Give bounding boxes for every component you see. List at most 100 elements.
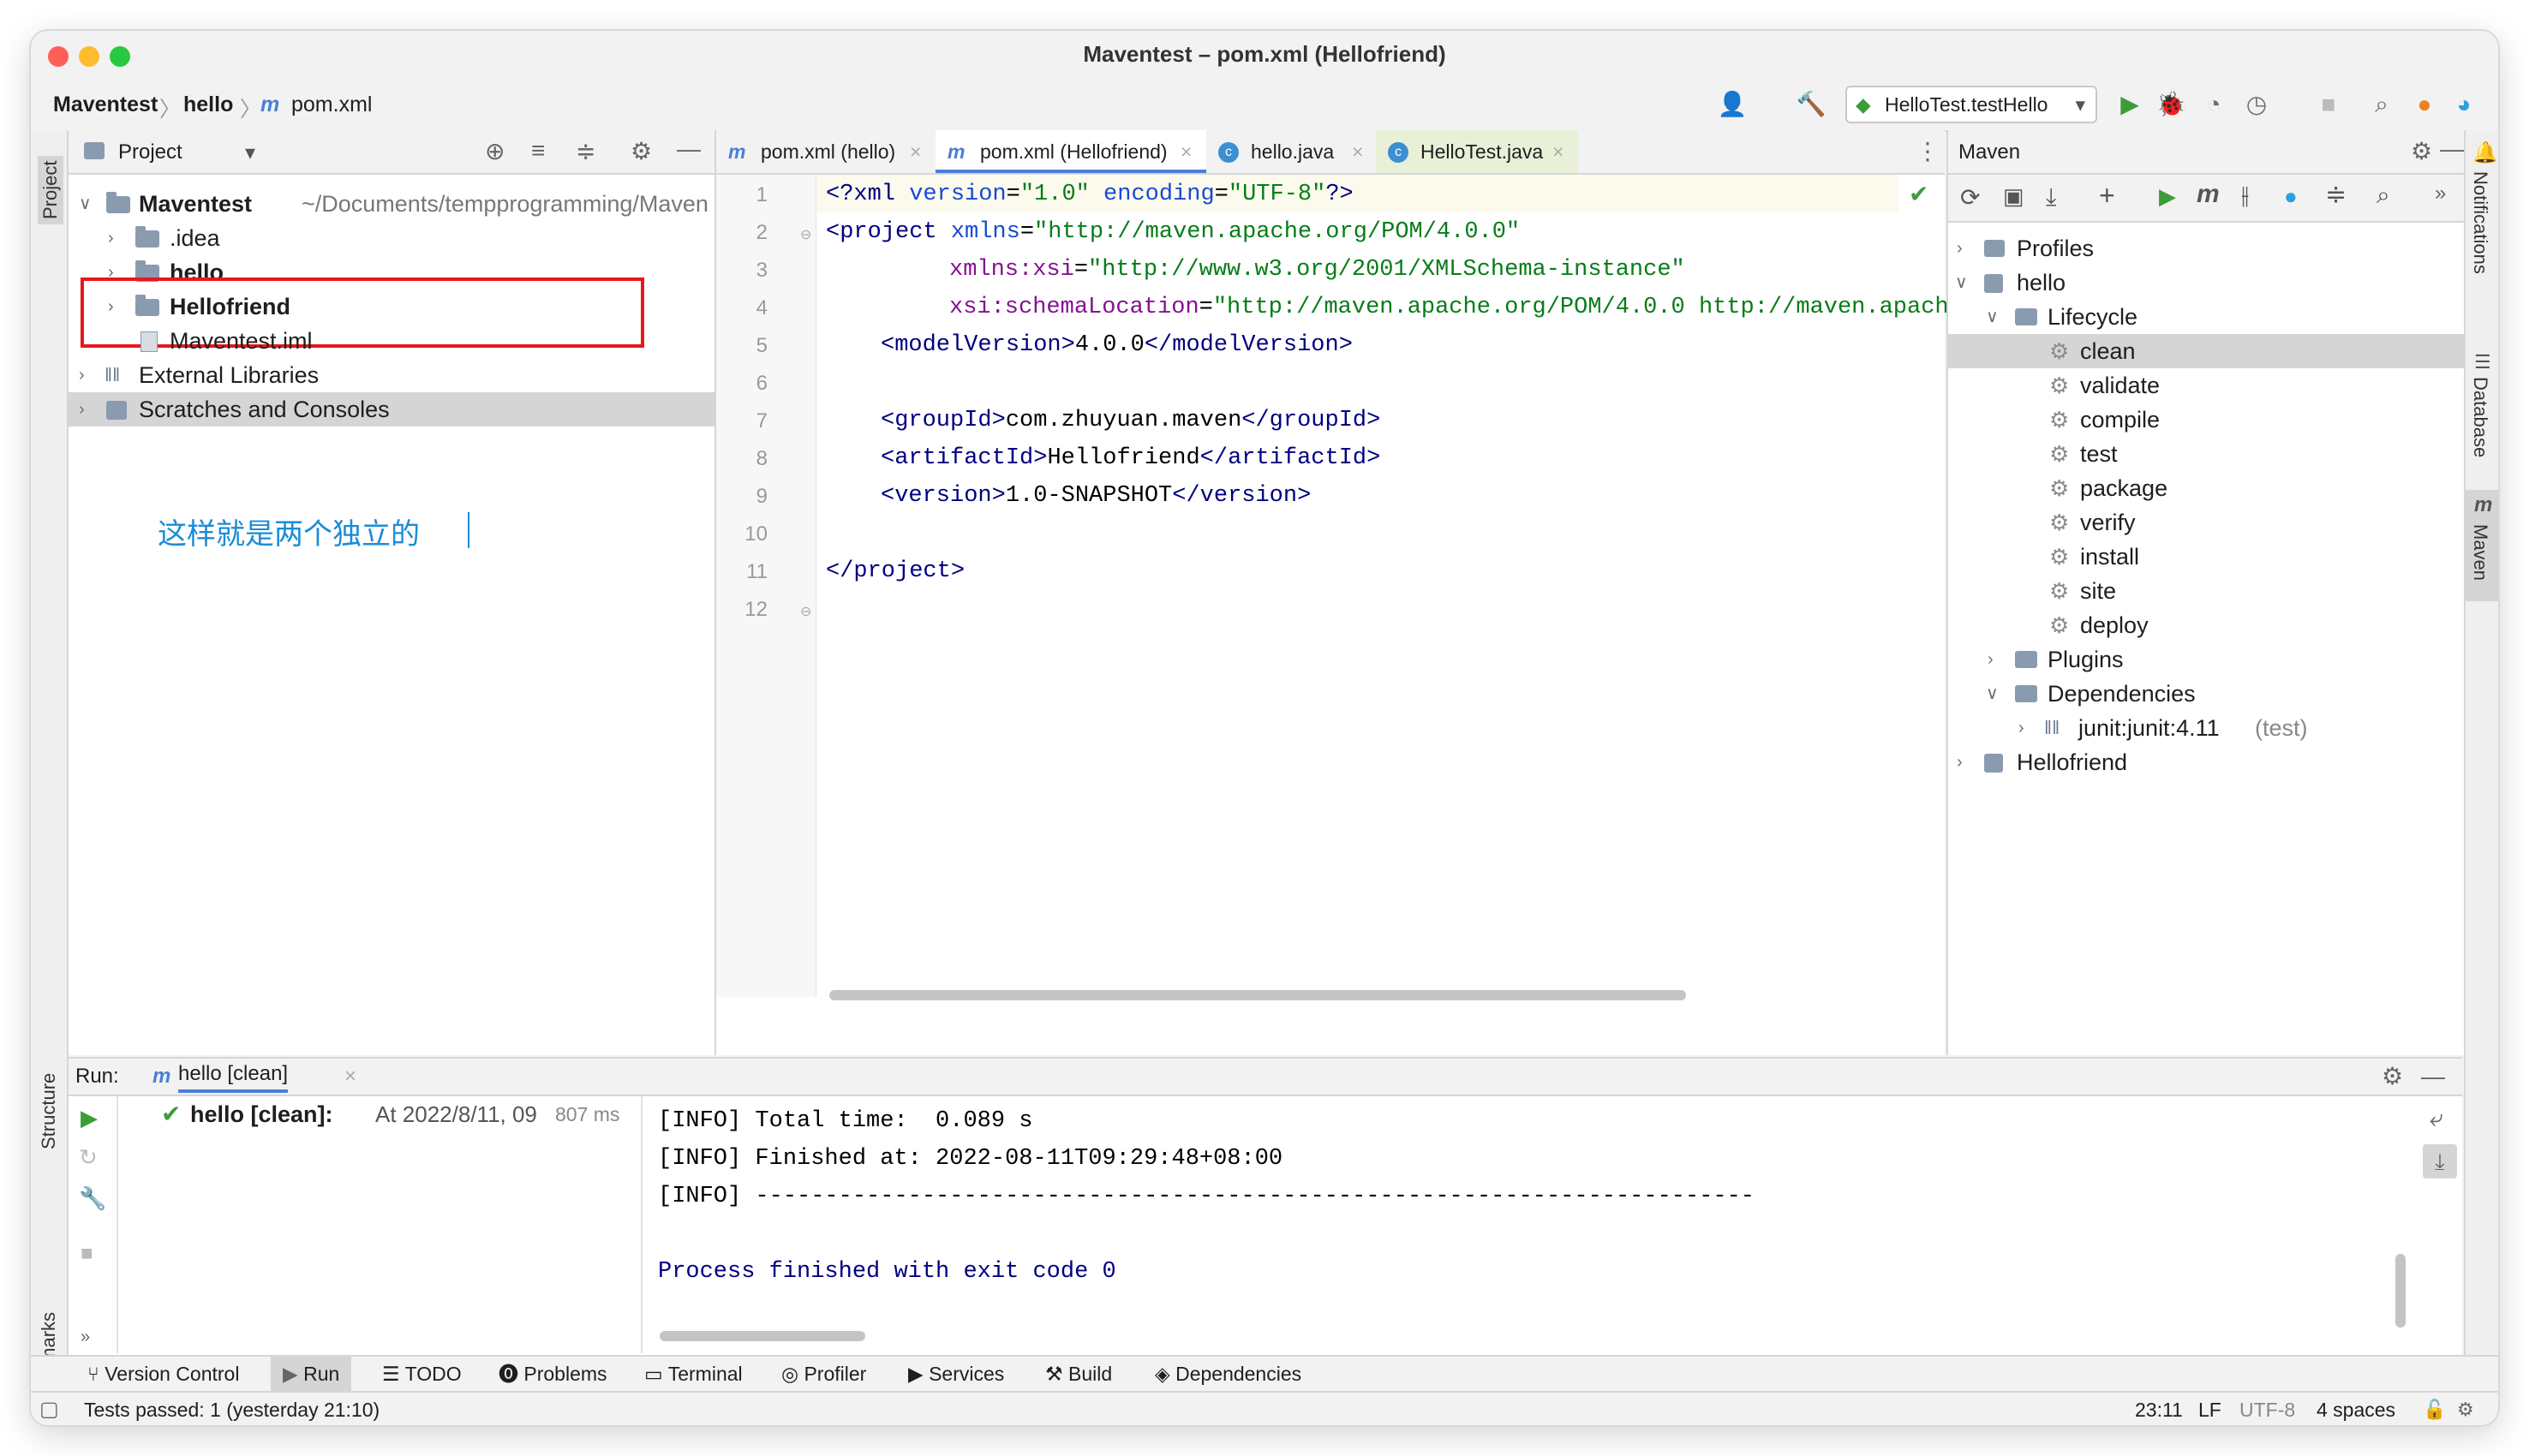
tool-todo[interactable]: ☰ TODO <box>382 1357 462 1391</box>
soft-wrap-icon[interactable]: ⤶ <box>2430 1105 2443 1133</box>
run-configuration-select[interactable]: ◆ HelloTest.testHello ▾ <box>1845 86 2097 123</box>
gear-icon[interactable]: ⚙ <box>631 137 652 165</box>
offline-icon[interactable]: ● <box>2284 183 2298 210</box>
inspection-ok-icon[interactable]: ✔ <box>1909 180 1928 208</box>
analyze-icon[interactable]: ⌕ <box>2377 182 2390 210</box>
collapse-all-icon[interactable]: ≑ <box>576 137 595 165</box>
status-message[interactable]: Tests passed: 1 (yesterday 21:10) <box>84 1393 380 1425</box>
plugin-icon[interactable]: ◕ <box>2448 89 2479 120</box>
coverage-icon[interactable]: ◔ <box>2198 89 2229 120</box>
tab-pom-hellofriend[interactable]: m pom.xml (Hellofriend) × <box>936 130 1206 173</box>
tree-row-scratches[interactable]: › Scratches and Consoles <box>69 392 714 427</box>
maven-phase-verify[interactable]: ⚙ verify <box>1948 505 2464 540</box>
lock-icon[interactable]: 🔓 <box>2423 1393 2446 1425</box>
code-line-3[interactable]: xmlns:xsi="http://www.w3.org/2001/XMLSch… <box>949 257 1685 283</box>
update-icon[interactable]: ● <box>2409 89 2440 120</box>
search-icon[interactable]: ⌕ <box>2366 89 2397 120</box>
maven-icon[interactable]: m <box>2474 493 2492 517</box>
maven-row-profiles[interactable]: › Profiles <box>1948 231 2464 266</box>
fold-icon[interactable]: ⊖ <box>800 226 811 243</box>
run-icon[interactable]: ▶ <box>2114 89 2145 120</box>
gear-icon[interactable]: ⚙ <box>2382 1059 2403 1095</box>
tree-row-external-libraries[interactable]: › ‖‖ External Libraries <box>69 358 714 392</box>
close-icon[interactable]: × <box>1352 130 1363 173</box>
maven-row-lifecycle[interactable]: ∨ Lifecycle <box>1948 300 2464 334</box>
database-icon[interactable]: ☰ <box>2474 351 2491 373</box>
debug-icon[interactable]: 🐞 <box>2155 89 2186 120</box>
breadcrumb-project[interactable]: Maventest <box>53 92 158 117</box>
tool-tab-structure[interactable]: Structure <box>38 1073 60 1149</box>
chevron-down-icon[interactable]: ∨ <box>79 187 92 221</box>
close-icon[interactable]: × <box>1181 130 1192 173</box>
hide-icon[interactable]: — <box>2421 1059 2445 1095</box>
tool-dependencies[interactable]: ◈ Dependencies <box>1155 1357 1301 1391</box>
chevron-down-icon[interactable]: ∨ <box>1986 677 1999 711</box>
maven-row-hellofriend[interactable]: › Hellofriend <box>1948 745 2464 779</box>
maven-phase-install[interactable]: ⚙ install <box>1948 540 2464 574</box>
chevron-right-icon[interactable]: › <box>79 392 85 427</box>
chevron-right-icon[interactable]: › <box>1957 231 1963 266</box>
gear-icon[interactable]: ⚙ <box>2411 137 2432 165</box>
toggle-tool-windows-icon[interactable]: ▢ <box>39 1393 59 1425</box>
line-separator[interactable]: LF <box>2198 1393 2221 1425</box>
chevron-right-icon[interactable]: › <box>108 221 114 255</box>
memory-icon[interactable]: ⚙ <box>2457 1393 2474 1425</box>
chevron-down-icon[interactable]: ∨ <box>1986 300 1999 334</box>
horizontal-scrollbar[interactable] <box>829 990 1686 1000</box>
code-line-8[interactable]: <artifactId>Hellofriend</artifactId> <box>881 445 1380 471</box>
reload-icon[interactable]: ⟳ <box>1960 183 1980 212</box>
code-line-1[interactable]: <?xml version="1.0" encoding="UTF-8"?> <box>826 182 1354 207</box>
tool-terminal[interactable]: ▭ Terminal <box>644 1357 743 1391</box>
tree-row-root[interactable]: ∨ Maventest ~/Documents/tempprogramming/… <box>69 187 714 221</box>
rerun-failed-icon[interactable]: ↻ <box>79 1144 98 1171</box>
maven-phase-package[interactable]: ⚙ package <box>1948 471 2464 505</box>
code-line-12[interactable]: </project> <box>826 558 965 584</box>
tool-tab-notifications[interactable]: Notifications <box>2469 171 2491 274</box>
chevron-right-icon[interactable]: › <box>1957 745 1963 779</box>
maven-row-junit[interactable]: › ‖‖ junit:junit:4.11 (test) <box>1948 711 2464 745</box>
code-line-2[interactable]: <project xmlns="http://maven.apache.org/… <box>826 219 1520 245</box>
close-icon[interactable]: × <box>910 130 921 173</box>
maven-phase-deploy[interactable]: ⚙ deploy <box>1948 608 2464 642</box>
file-encoding[interactable]: UTF-8 <box>2239 1393 2295 1425</box>
stop-icon[interactable]: ■ <box>81 1242 93 1266</box>
maven-row-hello[interactable]: ∨ hello <box>1948 266 2464 300</box>
rerun-icon[interactable]: ▶ <box>81 1105 98 1131</box>
skip-tests-icon[interactable]: ⫲ <box>2241 182 2249 210</box>
tab-hellotest-java[interactable]: c HelloTest.java × <box>1376 130 1578 173</box>
tab-pom-hello[interactable]: m pom.xml (hello) × <box>716 130 936 173</box>
horizontal-scrollbar[interactable] <box>660 1331 865 1341</box>
code-line-4[interactable]: xsi:schemaLocation="http://maven.apache.… <box>949 295 1990 320</box>
tree-row-iml[interactable]: Maventest.iml <box>69 324 714 358</box>
expand-all-icon[interactable]: ≡ <box>531 137 545 164</box>
run-icon[interactable]: ▶ <box>2159 183 2176 210</box>
profile-icon[interactable]: ◷ <box>2241 89 2272 120</box>
breadcrumb-module[interactable]: hello <box>183 92 233 117</box>
code-line-9[interactable]: <version>1.0-SNAPSHOT</version> <box>881 483 1311 509</box>
maven-phase-site[interactable]: ⚙ site <box>1948 574 2464 608</box>
tool-profiler[interactable]: ◎ Profiler <box>781 1357 866 1391</box>
hide-icon[interactable]: — <box>2440 135 2464 163</box>
maven-phase-validate[interactable]: ⚙ validate <box>1948 368 2464 403</box>
chevron-right-icon[interactable]: › <box>2018 711 2024 745</box>
maven-row-plugins[interactable]: › Plugins <box>1948 642 2464 677</box>
run-tab[interactable]: hello [clean] <box>178 1059 289 1093</box>
tool-problems[interactable]: ⓿ Problems <box>499 1357 607 1391</box>
fold-icon[interactable]: ⊖ <box>800 603 811 620</box>
add-project-icon[interactable]: ▣ <box>2003 183 2024 210</box>
download-icon[interactable]: ⤓ <box>2046 183 2056 212</box>
collapse-all-icon[interactable]: ≑ <box>2325 180 2347 210</box>
chevron-right-icon[interactable]: › <box>79 358 85 392</box>
breadcrumb-file[interactable]: pom.xml <box>291 92 372 117</box>
tool-tab-maven[interactable]: Maven <box>2469 524 2491 581</box>
locate-icon[interactable]: ⊕ <box>485 137 505 165</box>
notifications-icon[interactable]: 🔔 <box>2472 140 2498 165</box>
close-icon[interactable]: × <box>344 1059 356 1095</box>
maven-row-dependencies[interactable]: ∨ Dependencies <box>1948 677 2464 711</box>
build-hammer-icon[interactable]: 🔨 <box>1796 89 1826 120</box>
code-line-5[interactable]: <modelVersion>4.0.0</modelVersion> <box>881 332 1353 358</box>
hide-icon[interactable]: — <box>677 135 701 163</box>
execute-goal-icon[interactable]: m <box>2197 180 2220 209</box>
tool-run[interactable]: ▶ Run <box>271 1357 352 1391</box>
maven-phase-compile[interactable]: ⚙ compile <box>1948 403 2464 437</box>
